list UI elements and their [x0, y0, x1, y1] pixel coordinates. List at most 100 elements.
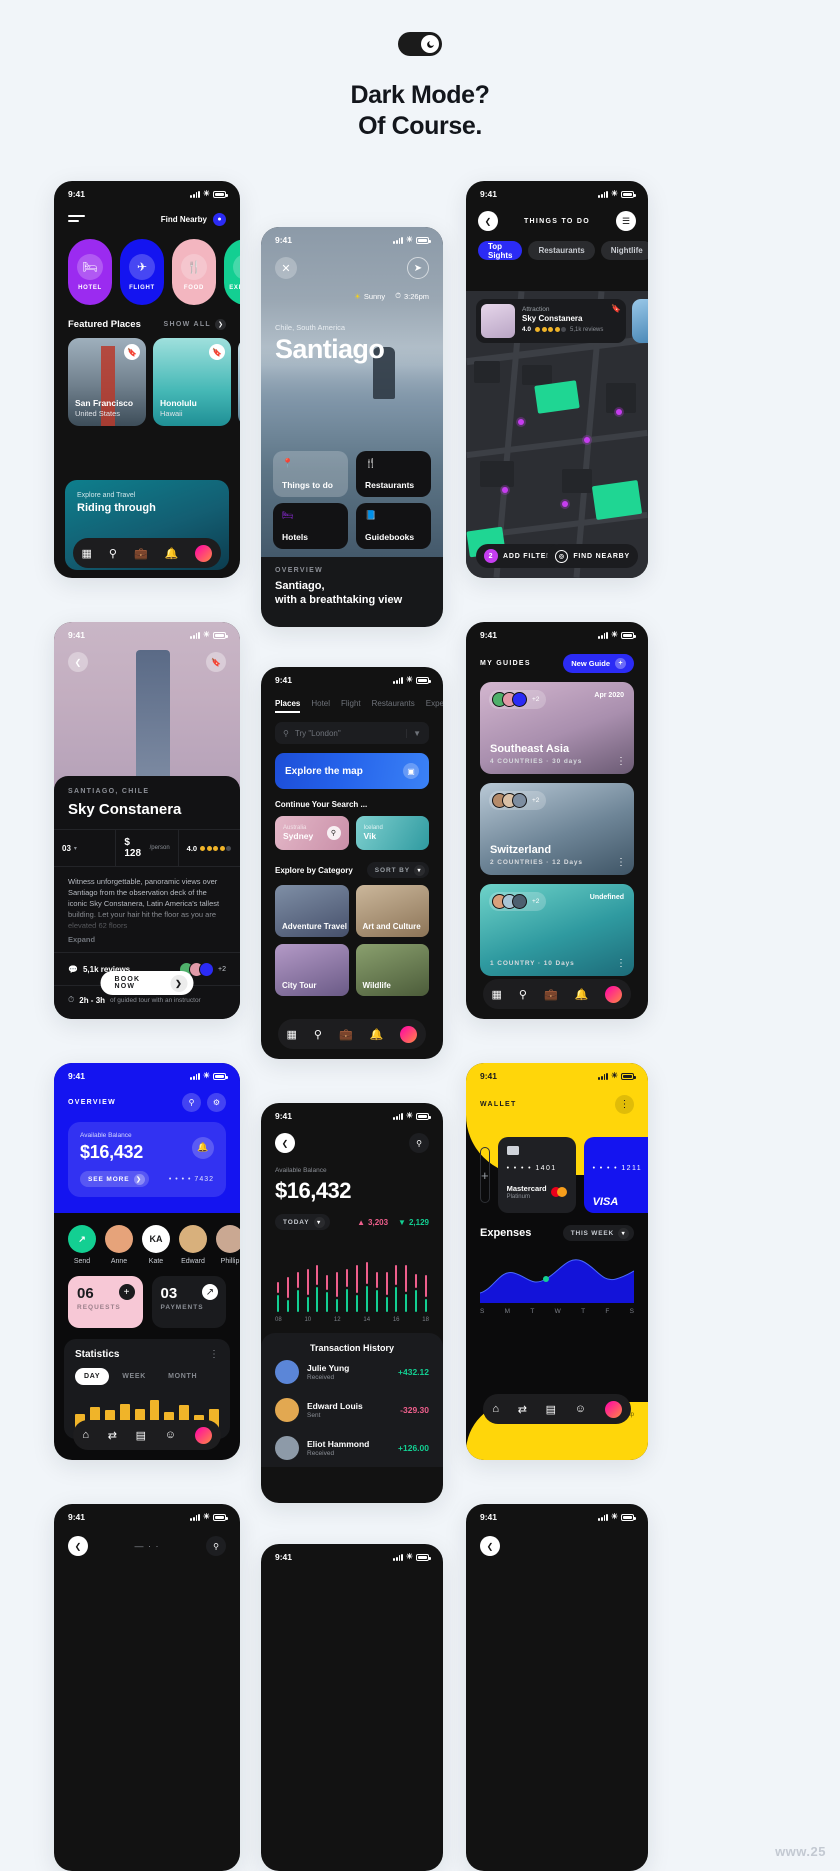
search-icon[interactable]: ⚲ [519, 988, 527, 1001]
share-icon[interactable]: ➤ [407, 257, 429, 279]
guide-card-southeast-asia[interactable]: +2 Apr 2020 Southeast Asia 4 COUNTRIES ·… [480, 682, 634, 774]
bag-icon[interactable]: 💼 [544, 988, 558, 1001]
add-card-button[interactable]: + [480, 1147, 490, 1203]
tab-experiences[interactable]: Experiences [426, 699, 443, 713]
kebab-icon[interactable]: ⋮ [615, 1095, 634, 1114]
person-kate[interactable]: KA Kate [142, 1225, 170, 1265]
filter-icon[interactable]: ▼ [406, 728, 421, 738]
quick-guidebooks[interactable]: 📘 Guidebooks [356, 503, 431, 549]
featured-card[interactable]: 🔖 San Francisco United States [68, 338, 146, 426]
transaction-row[interactable]: Eliot Hammond Received +126.00 [275, 1429, 429, 1467]
guide-card-undefined[interactable]: +2 Undefined 1 COUNTRY · 10 Days ⋮ [480, 884, 634, 976]
back-button[interactable]: ❮ [480, 1536, 500, 1556]
segment-day[interactable]: DAY [75, 1368, 110, 1385]
transaction-row[interactable]: Julie Yung Received +432.12 [275, 1353, 429, 1391]
quick-hotels[interactable]: 🛏 Hotels [273, 503, 348, 549]
bookmark-icon[interactable]: 🔖 [209, 344, 225, 360]
arrow-up-right-icon[interactable]: ↗ [202, 1284, 218, 1300]
avatar-icon[interactable] [605, 985, 623, 1003]
grid-icon[interactable]: ▦ [287, 1028, 297, 1041]
grid-icon[interactable]: ▦ [82, 547, 92, 560]
category-card-adventure[interactable]: Adventure Travel [275, 885, 349, 937]
back-button[interactable]: ❮ [275, 1133, 295, 1153]
bag-icon[interactable]: 💼 [134, 547, 148, 560]
card-visa[interactable]: • • • • 1211 VISA [583, 1137, 648, 1213]
quick-things-to-do[interactable]: 📍 Things to do [273, 451, 348, 497]
attraction-card-next[interactable] [632, 299, 648, 343]
explore-map-banner[interactable]: Explore the map ▣ [275, 753, 429, 789]
person-anne[interactable]: Anne [105, 1225, 133, 1265]
category-card-city[interactable]: City Tour [275, 944, 349, 996]
back-button[interactable]: ❮ [68, 1536, 88, 1556]
person-phillip[interactable]: Phillip [216, 1225, 240, 1265]
filter-chip-restaurants[interactable]: Restaurants [528, 241, 595, 260]
featured-card[interactable]: 🔖 Honolulu Hawaii [153, 338, 231, 426]
expand-link[interactable]: Expand [68, 935, 226, 944]
plus-icon[interactable]: + [118, 1284, 135, 1300]
gear-icon[interactable]: ⚙ [207, 1093, 226, 1112]
transfer-icon[interactable]: ⇄ [108, 1429, 117, 1442]
person-send[interactable]: ↗ Send [68, 1225, 96, 1265]
bookmark-icon[interactable]: 🔖 [206, 652, 226, 672]
list-icon[interactable]: ☰ [616, 211, 636, 231]
this-week-selector[interactable]: THIS WEEK ▾ [562, 1225, 634, 1241]
bell-icon[interactable]: 🔔 [575, 988, 589, 1001]
avatar-icon[interactable] [194, 1426, 212, 1444]
bag-icon[interactable]: 💼 [339, 1028, 353, 1041]
find-nearby-button[interactable]: ◎ FIND NEARBY [547, 544, 638, 568]
bottom-nav[interactable]: ▦ ⚲ 💼 🔔 [73, 538, 221, 568]
tab-flight[interactable]: Flight [341, 699, 361, 713]
back-button[interactable]: ❮ [478, 211, 498, 231]
kebab-icon[interactable]: ⋮ [209, 1349, 219, 1360]
kebab-icon[interactable]: ⋮ [616, 959, 626, 969]
sort-by-button[interactable]: SORT BY ▾ [366, 862, 429, 878]
new-guide-button[interactable]: New Guide + [563, 654, 634, 673]
filter-chip-nightlife[interactable]: Nightlife [600, 241, 648, 260]
filter-chip-top-sights[interactable]: Top Sights [478, 241, 523, 260]
card-icon[interactable]: ▤ [136, 1429, 146, 1442]
avatar-icon[interactable] [195, 544, 213, 562]
search-icon[interactable]: ⚲ [206, 1536, 226, 1556]
bell-icon[interactable]: 🔔 [370, 1028, 384, 1041]
find-nearby-label[interactable]: Find Nearby [161, 215, 207, 224]
search-icon[interactable]: ⚲ [182, 1093, 201, 1112]
attraction-card[interactable]: Attraction Sky Constanera 4.0 5,1k revie… [476, 299, 626, 343]
people-icon[interactable]: ☺ [165, 1429, 176, 1441]
category-hotel[interactable]: 🛏 HOTEL [68, 239, 112, 305]
hamburger-icon[interactable] [68, 214, 85, 225]
search-tabs[interactable]: Places Hotel Flight Restaurants Experien… [261, 699, 443, 713]
bottom-nav[interactable]: ⌂ ⇄ ▤ ☺ [483, 1394, 631, 1424]
map-pin[interactable] [518, 419, 524, 425]
search-icon[interactable]: ⚲ [326, 826, 341, 840]
show-all-label[interactable]: SHOW ALL [164, 321, 211, 328]
map-pin[interactable] [502, 487, 508, 493]
location-pin-icon[interactable]: ● [213, 213, 226, 226]
map-pin[interactable] [584, 437, 590, 443]
kebab-icon[interactable]: ⋮ [616, 858, 626, 868]
quick-restaurants[interactable]: 🍴 Restaurants [356, 451, 431, 497]
people-icon[interactable]: ☺ [575, 1403, 586, 1415]
avatar-icon[interactable] [400, 1025, 418, 1043]
back-button[interactable]: ❮ [68, 652, 88, 672]
home-icon[interactable]: ⌂ [492, 1403, 499, 1415]
bell-icon[interactable]: 🔔 [192, 1136, 214, 1159]
chevron-right-icon[interactable]: ❯ [215, 319, 226, 330]
category-card-art[interactable]: Art and Culture [355, 885, 429, 937]
bookmark-icon[interactable]: 🔖 [611, 304, 621, 338]
card-mastercard[interactable]: • • • • 1401 Mastercard Platinum [497, 1137, 576, 1213]
see-more-button[interactable]: SEE MORE ❯ [80, 1171, 149, 1187]
bell-icon[interactable]: 🔔 [165, 547, 179, 560]
bottom-nav[interactable]: ⌂ ⇄ ▤ ☺ [73, 1420, 221, 1450]
category-card-wildlife[interactable]: Wildlife [355, 944, 429, 996]
continue-card-sydney[interactable]: Australia Sydney ⚲ [275, 816, 349, 850]
category-flight[interactable]: ✈ FLIGHT [120, 239, 164, 305]
guests-stepper[interactable]: 03 ▾ [54, 830, 115, 866]
segment-month[interactable]: MONTH [159, 1368, 206, 1385]
grid-icon[interactable]: ▦ [492, 988, 502, 1001]
map-pin[interactable] [562, 501, 568, 507]
dark-mode-toggle[interactable] [398, 32, 442, 56]
home-icon[interactable]: ⌂ [82, 1429, 89, 1441]
featured-card[interactable]: Zurich Switzerland [238, 338, 240, 426]
category-food[interactable]: 🍴 FOOD [172, 239, 216, 305]
transfer-icon[interactable]: ⇄ [518, 1403, 527, 1416]
